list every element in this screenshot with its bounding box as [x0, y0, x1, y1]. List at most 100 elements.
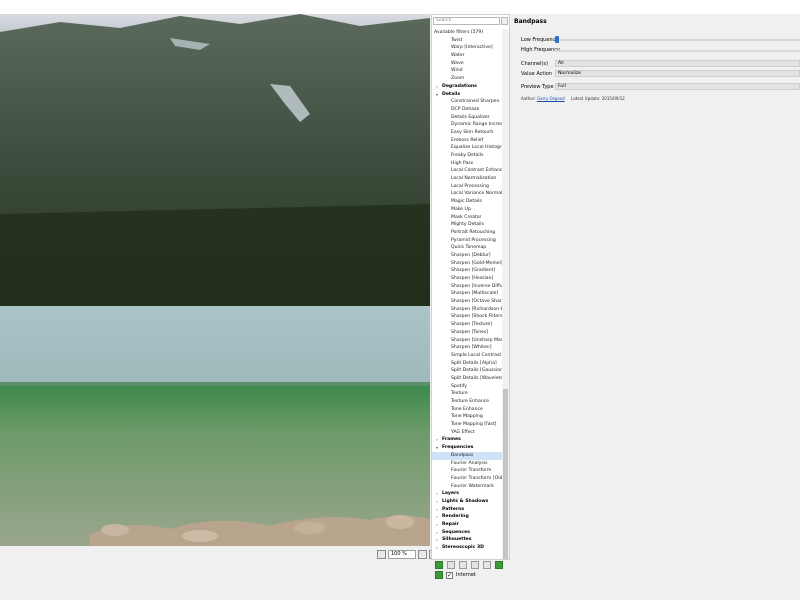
filter-item[interactable]: Sharpen [Hessian]: [432, 275, 504, 283]
filter-item[interactable]: Sharpen [Texture]: [432, 321, 504, 329]
internet-checkbox[interactable]: ✓: [446, 571, 453, 579]
filter-item[interactable]: Simple Local Contrast: [432, 352, 504, 360]
filter-item[interactable]: Fourier Watermark: [432, 483, 504, 491]
filter-category[interactable]: › Frames: [432, 436, 504, 444]
channels-select[interactable]: All: [555, 60, 800, 67]
filter-item[interactable]: Easy Skin Retouch: [432, 129, 504, 137]
filter-category[interactable]: › Rendering: [432, 513, 504, 521]
filter-item[interactable]: Twist: [432, 37, 504, 45]
filter-item[interactable]: Split Details [Gaussian]: [432, 367, 504, 375]
filter-item[interactable]: Sharpen [Deblur]: [432, 252, 504, 260]
filter-item[interactable]: Make Up: [432, 206, 504, 214]
filter-item[interactable]: Portrait Retouching: [432, 229, 504, 237]
high-frequency-slider[interactable]: [555, 50, 800, 52]
filter-item[interactable]: Sharpen [Gold-Meinel]: [432, 260, 504, 268]
chevron-down-icon[interactable]: ▾: [436, 444, 438, 452]
preview-type-select[interactable]: Full: [555, 83, 800, 90]
filter-item[interactable]: Fourier Transform [Old]: [432, 475, 504, 483]
filter-item[interactable]: Sharpen [Gradient]: [432, 267, 504, 275]
chevron-right-icon[interactable]: ›: [436, 490, 438, 498]
zoom-fit-icon[interactable]: [377, 549, 386, 559]
filter-category[interactable]: › Lights & Shadows: [432, 498, 504, 506]
filter-item-selected[interactable]: Bandpass: [432, 451, 504, 460]
apply-icon[interactable]: [495, 561, 503, 569]
filter-item[interactable]: Local Contrast Enhancement: [432, 167, 504, 175]
value-action-select[interactable]: Normalize: [555, 70, 800, 77]
filter-item[interactable]: DCP Dehaze: [432, 106, 504, 114]
remove-fave-icon[interactable]: [459, 561, 467, 569]
chevron-right-icon[interactable]: ›: [436, 506, 438, 514]
filter-category[interactable]: ▾ Details: [432, 91, 504, 99]
filter-item[interactable]: Mighty Details: [432, 221, 504, 229]
filter-item[interactable]: Sharpen [Shock Filters]: [432, 313, 504, 321]
filter-item[interactable]: Local Processing: [432, 183, 504, 191]
filter-item[interactable]: Sharpen [Whiten]: [432, 344, 504, 352]
filter-category[interactable]: › Stereoscopic 3D: [432, 544, 504, 552]
low-frequency-slider[interactable]: [555, 39, 800, 41]
filter-item[interactable]: Spotify: [432, 383, 504, 391]
filter-category[interactable]: ▾ Frequencies: [432, 444, 504, 452]
chevron-right-icon[interactable]: ›: [436, 529, 438, 537]
filter-item[interactable]: Constrained Sharpen: [432, 98, 504, 106]
filter-item[interactable]: Warp [Interactive]: [432, 44, 504, 52]
filter-item[interactable]: Equalize Local Histogram: [432, 144, 504, 152]
filter-category[interactable]: › Silhouettes: [432, 536, 504, 544]
chevron-right-icon[interactable]: ›: [436, 436, 438, 444]
filter-item[interactable]: Tone Mapping [fast]: [432, 421, 504, 429]
chevron-right-icon[interactable]: ›: [436, 544, 438, 552]
chevron-right-icon[interactable]: ›: [436, 513, 438, 521]
chevron-right-icon[interactable]: ›: [436, 521, 438, 529]
filter-item[interactable]: Local Normalization: [432, 175, 504, 183]
filter-category[interactable]: › Degradations: [432, 83, 504, 91]
filter-item[interactable]: Sharpen [Inverse Diffusion]: [432, 283, 504, 291]
filter-item[interactable]: Sharpen [Unsharp Mask]: [432, 337, 504, 345]
rename-icon[interactable]: [447, 561, 455, 569]
filter-category[interactable]: › Sequences: [432, 529, 504, 537]
filter-item[interactable]: Sharpen [Multiscale]: [432, 290, 504, 298]
filter-item[interactable]: Tone Mapping: [432, 413, 504, 421]
filter-item[interactable]: Fourier Transform: [432, 467, 504, 475]
filter-item[interactable]: Sharpen [Octave Sharpening]: [432, 298, 504, 306]
refresh-icon[interactable]: [435, 571, 443, 579]
filter-item[interactable]: Zoom: [432, 75, 504, 83]
zoom-select[interactable]: 100 %: [388, 549, 416, 559]
filter-item[interactable]: Freaky Details: [432, 152, 504, 160]
filter-category[interactable]: › Layers: [432, 490, 504, 498]
filter-item[interactable]: Magic Details: [432, 198, 504, 206]
settings-icon[interactable]: [471, 561, 479, 569]
filter-scrollbar[interactable]: [502, 29, 509, 559]
filter-item[interactable]: YAG Effect: [432, 429, 504, 437]
filter-item[interactable]: Split Details [Wavelets]: [432, 375, 504, 383]
filter-item[interactable]: Texture: [432, 390, 504, 398]
filter-item[interactable]: Dynamic Range Increase: [432, 121, 504, 129]
filter-item[interactable]: Details Equalizer: [432, 114, 504, 122]
filter-item[interactable]: Split Details [Alpha]: [432, 360, 504, 368]
chevron-right-icon[interactable]: ›: [436, 536, 438, 544]
filter-item[interactable]: Sharpen [Richardson-Lucy]: [432, 306, 504, 314]
chevron-right-icon[interactable]: ›: [436, 498, 438, 506]
filter-item[interactable]: Local Variance Normalization: [432, 190, 504, 198]
filter-item[interactable]: Pyramid Processing: [432, 237, 504, 245]
filter-item[interactable]: Wave: [432, 60, 504, 68]
filter-item[interactable]: Fourier Analysis: [432, 460, 504, 468]
chevron-down-icon[interactable]: ▾: [436, 91, 438, 99]
filter-item[interactable]: Mask Creator: [432, 214, 504, 222]
author-link[interactable]: Garry Osgood: [537, 96, 565, 101]
zoom-out-icon[interactable]: [418, 549, 427, 559]
filter-item[interactable]: Wind: [432, 67, 504, 75]
search-clear-icon[interactable]: [501, 17, 508, 25]
filter-item[interactable]: Tone Enhance: [432, 406, 504, 414]
filter-item[interactable]: Emboss Relief: [432, 137, 504, 145]
filter-item[interactable]: Quick Tonemap: [432, 244, 504, 252]
add-fave-icon[interactable]: [435, 561, 443, 569]
filter-item[interactable]: Water: [432, 52, 504, 60]
chevron-right-icon[interactable]: ›: [436, 83, 438, 91]
scrollbar-thumb[interactable]: [503, 389, 508, 559]
filter-category[interactable]: › Repair: [432, 521, 504, 529]
search-input[interactable]: Search: [433, 17, 500, 25]
image-preview[interactable]: [0, 14, 430, 546]
filter-item[interactable]: Sharpen [Tones]: [432, 329, 504, 337]
low-frequency-handle[interactable]: [555, 36, 559, 43]
filter-item[interactable]: Texture Enhance: [432, 398, 504, 406]
filter-item[interactable]: High Pass: [432, 160, 504, 168]
